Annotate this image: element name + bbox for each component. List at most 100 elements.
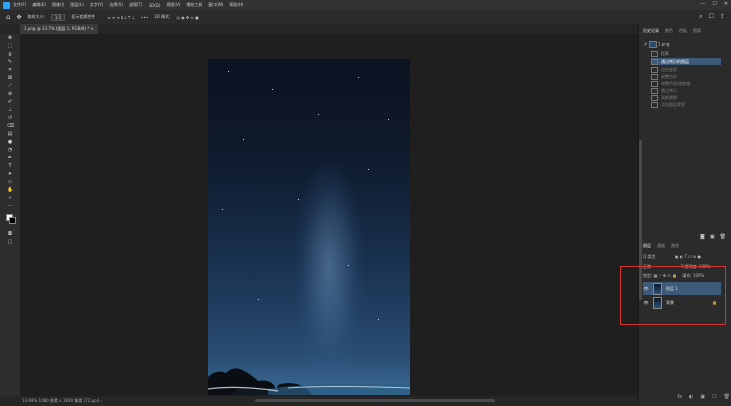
- more-tools-icon[interactable]: ⋯: [7, 204, 13, 209]
- layer-filter-select[interactable]: Q 类型: [643, 254, 655, 259]
- tab-channels[interactable]: 通道: [657, 243, 665, 249]
- pen-tool-icon[interactable]: ✒: [7, 156, 13, 161]
- document-tab-label: 1.png @ 13.7% (图层 1, RGB/8) *: [24, 26, 90, 31]
- night-sky-image[interactable]: [208, 59, 410, 395]
- rectangle-tool-icon[interactable]: ▭: [7, 180, 13, 185]
- close-tab-icon[interactable]: ×: [91, 26, 94, 31]
- quick-mask-icon[interactable]: ◘: [7, 232, 13, 237]
- history-step-icon: [651, 102, 658, 108]
- history-item-selected[interactable]: 通过拷贝的图层: [651, 58, 721, 65]
- eyedropper-tool-icon[interactable]: ⟋: [7, 84, 13, 89]
- tab-patterns[interactable]: 图案: [693, 28, 701, 34]
- menu-filter[interactable]: 滤镜(T): [129, 2, 143, 8]
- snapshot-label: 1.png: [657, 41, 670, 47]
- quick-select-tool-icon[interactable]: ✎: [7, 60, 13, 65]
- menu-edit[interactable]: 编辑(E): [32, 2, 46, 8]
- new-layer-icon[interactable]: ☐: [712, 394, 716, 400]
- fx-icon[interactable]: fx: [677, 394, 682, 400]
- history-item[interactable]: 调整色阶: [651, 73, 721, 80]
- menu-select[interactable]: 选择(S): [109, 2, 123, 8]
- marquee-tool-icon[interactable]: ⬚: [7, 44, 13, 49]
- history-item[interactable]: 高斯模糊: [651, 94, 721, 101]
- more-options-button[interactable]: •••: [141, 15, 148, 20]
- tab-paths[interactable]: 路径: [671, 243, 679, 249]
- history-item[interactable]: 调整色相/饱和度: [651, 80, 721, 87]
- eraser-tool-icon[interactable]: ⌫: [7, 124, 14, 129]
- history-item-label: 添加图层蒙版: [661, 102, 685, 107]
- menu-image[interactable]: 图像(I): [52, 2, 64, 8]
- history-item-label: 调整色阶: [661, 74, 677, 79]
- tab-swatches[interactable]: 色板: [679, 28, 687, 34]
- history-item-label: 通过拷贝的图层: [661, 59, 689, 64]
- highlight-annotation: [620, 266, 726, 325]
- adjustment-icon[interactable]: ◐: [689, 394, 693, 400]
- tab-layers[interactable]: 图层: [643, 243, 651, 249]
- history-item[interactable]: 通过拷贝: [651, 87, 721, 94]
- menu-plugins[interactable]: 增效工具: [186, 2, 202, 8]
- share-icon[interactable]: ⇪: [720, 13, 725, 21]
- history-item-label: 打开: [661, 51, 669, 56]
- gradient-tool-icon[interactable]: ▤: [7, 132, 13, 137]
- history-item-label: 高斯模糊: [661, 95, 677, 100]
- history-snapshot[interactable]: ✐ 1.png: [644, 41, 730, 48]
- trash-icon[interactable]: 🗑: [724, 394, 730, 400]
- filter-icons[interactable]: ▣ ◐ T ⊡ ⊕ ●: [675, 254, 701, 259]
- history-item-label: 调整色相/饱和度: [661, 81, 691, 86]
- minimize-icon[interactable]: —: [700, 1, 705, 7]
- window-controls: — ☐ ✕: [700, 1, 728, 7]
- lasso-tool-icon[interactable]: ϱ: [7, 52, 13, 57]
- trash-icon[interactable]: 🗑: [720, 234, 726, 240]
- menu-bar: 文件(F) 编辑(E) 图像(I) 图层(L) 文字(Y) 选择(S) 滤镜(T…: [0, 0, 731, 10]
- history-item[interactable]: 打开: [651, 50, 721, 57]
- history-item[interactable]: 添加图层蒙版: [651, 101, 721, 108]
- history-item[interactable]: 自由变换: [651, 66, 721, 73]
- maximize-icon[interactable]: ☐: [712, 1, 716, 7]
- sample-size-select[interactable]: 1:1: [50, 13, 66, 21]
- align-buttons[interactable]: ≡ ≡ ≡ ⫼ ⟘ ⟙ ⊥: [107, 15, 135, 20]
- history-step-icon: [651, 51, 658, 57]
- camera-icon[interactable]: ◙: [700, 234, 705, 240]
- history-panel-tabs: 历史记录 颜色 色板 图案: [643, 28, 701, 34]
- crop-tool-icon[interactable]: ⌗: [7, 68, 13, 73]
- document-tab[interactable]: 1.png @ 13.7% (图层 1, RGB/8) * ×: [20, 24, 98, 34]
- move-tool-icon[interactable]: ✥: [16, 14, 21, 21]
- type-tool-icon[interactable]: T: [7, 164, 13, 169]
- horizontal-scrollbar[interactable]: [255, 399, 495, 402]
- menu-file[interactable]: 文件(F): [13, 2, 26, 8]
- color-swatches-icon[interactable]: [6, 214, 16, 224]
- stamp-tool-icon[interactable]: ⊥: [7, 108, 13, 113]
- 3d-mode-icons[interactable]: ◎ ◉ ✥ ⇔ ▣: [176, 15, 199, 20]
- hand-tool-icon[interactable]: ✋: [7, 188, 13, 193]
- layers-panel-actions: fx ◐ ▣ ☐ 🗑: [640, 392, 730, 402]
- screen-mode-icon[interactable]: ▢: [7, 240, 13, 245]
- history-brush-tool-icon[interactable]: ↺: [7, 116, 13, 121]
- workspace-icon[interactable]: ☐: [709, 13, 714, 21]
- photoshop-logo-icon: [3, 1, 10, 9]
- zoom-tool-icon[interactable]: ⌕: [7, 196, 13, 201]
- new-document-icon[interactable]: ▣: [710, 234, 715, 240]
- search-icon[interactable]: ⌕: [699, 13, 702, 21]
- brush-tool-icon[interactable]: ✐: [7, 100, 13, 105]
- menu-3d[interactable]: 3D(D): [149, 3, 161, 8]
- tab-history[interactable]: 历史记录: [643, 28, 659, 34]
- options-right: ⌕ ☐ ⇪: [699, 13, 725, 21]
- options-bar: ⌂ ✥ 取样大小: 1:1 显示变换控件 ≡ ≡ ≡ ⫼ ⟘ ⟙ ⊥ ••• 3…: [0, 10, 731, 25]
- layers-panel-tabs: 图层 通道 路径: [643, 243, 679, 249]
- path-select-tool-icon[interactable]: ➤: [7, 172, 13, 177]
- show-transform-checkbox[interactable]: 显示变换控件: [71, 14, 95, 20]
- close-icon[interactable]: ✕: [724, 1, 728, 7]
- menu-view[interactable]: 视图(V): [166, 2, 180, 8]
- dodge-tool-icon[interactable]: ◔: [7, 148, 13, 153]
- healing-tool-icon[interactable]: ⊕: [7, 92, 13, 97]
- group-icon[interactable]: ▣: [700, 394, 705, 400]
- home-icon[interactable]: ⌂: [6, 13, 10, 21]
- menu-layer[interactable]: 图层(L): [70, 2, 83, 8]
- move-tool-icon[interactable]: ✥: [7, 36, 13, 41]
- menu-type[interactable]: 文字(Y): [90, 2, 104, 8]
- menu-window[interactable]: 窗口(W): [208, 2, 223, 8]
- blur-tool-icon[interactable]: ●: [7, 140, 13, 145]
- tab-color[interactable]: 颜色: [665, 28, 673, 34]
- sample-size-label: 取样大小:: [27, 14, 45, 19]
- frame-tool-icon[interactable]: ⊠: [7, 76, 13, 81]
- menu-help[interactable]: 帮助(H): [229, 2, 243, 8]
